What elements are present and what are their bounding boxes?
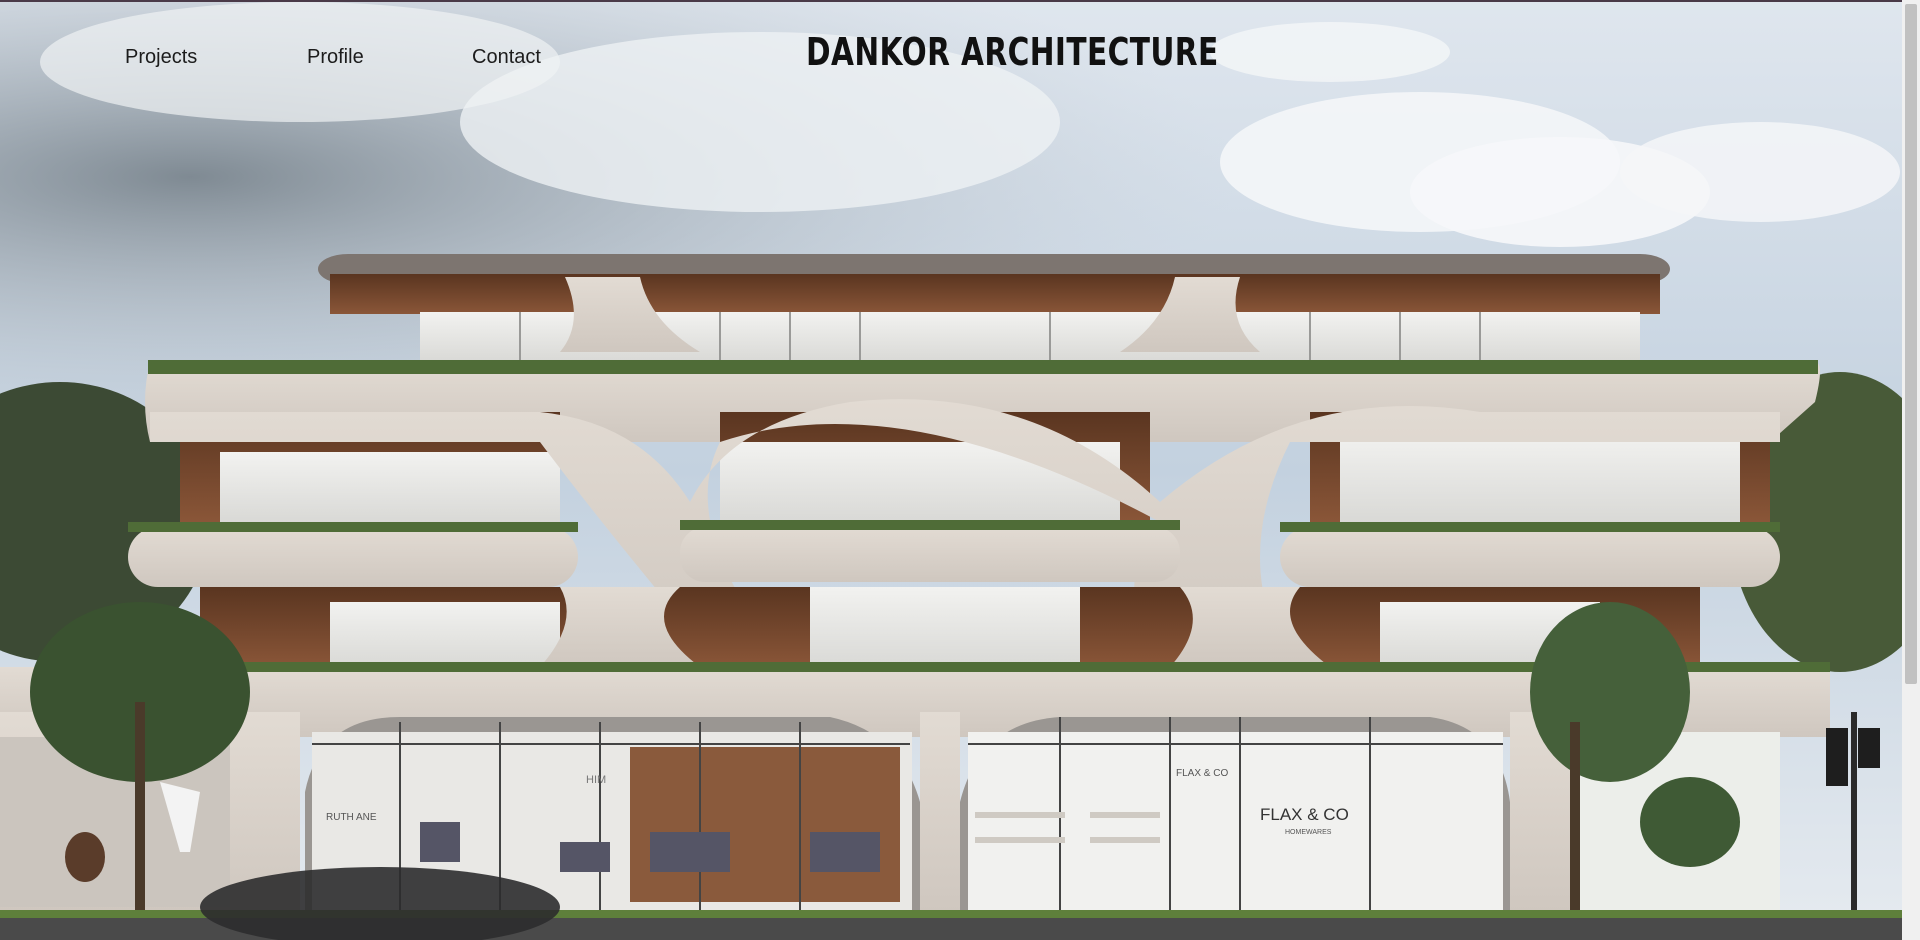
top-border: [0, 0, 1920, 2]
nav-projects-link[interactable]: Projects: [125, 46, 307, 69]
store-right-small-sign: FLAX & CO: [1176, 768, 1228, 779]
main-nav: Projects Profile Contact: [125, 46, 541, 69]
store-mid-sign: HIM: [586, 774, 606, 786]
brand-logo[interactable]: DANKOR ARCHITECTURE: [806, 30, 1219, 74]
scrollbar-thumb[interactable]: [1905, 4, 1917, 684]
store-right-sign: FLAX & CO: [1260, 805, 1349, 824]
scrollbar[interactable]: [1902, 0, 1920, 940]
store-left-sign: RUTH ANE: [326, 812, 377, 823]
store-right-subtitle: HOMEWARES: [1285, 829, 1332, 836]
building-rendering: RUTH ANE HIM FLAX & CO HOMEWARES FLAX & …: [0, 2, 1902, 940]
nav-contact-link[interactable]: Contact: [472, 46, 541, 69]
nav-profile-link[interactable]: Profile: [307, 46, 472, 69]
hero-image: RUTH ANE HIM FLAX & CO HOMEWARES FLAX & …: [0, 2, 1902, 940]
